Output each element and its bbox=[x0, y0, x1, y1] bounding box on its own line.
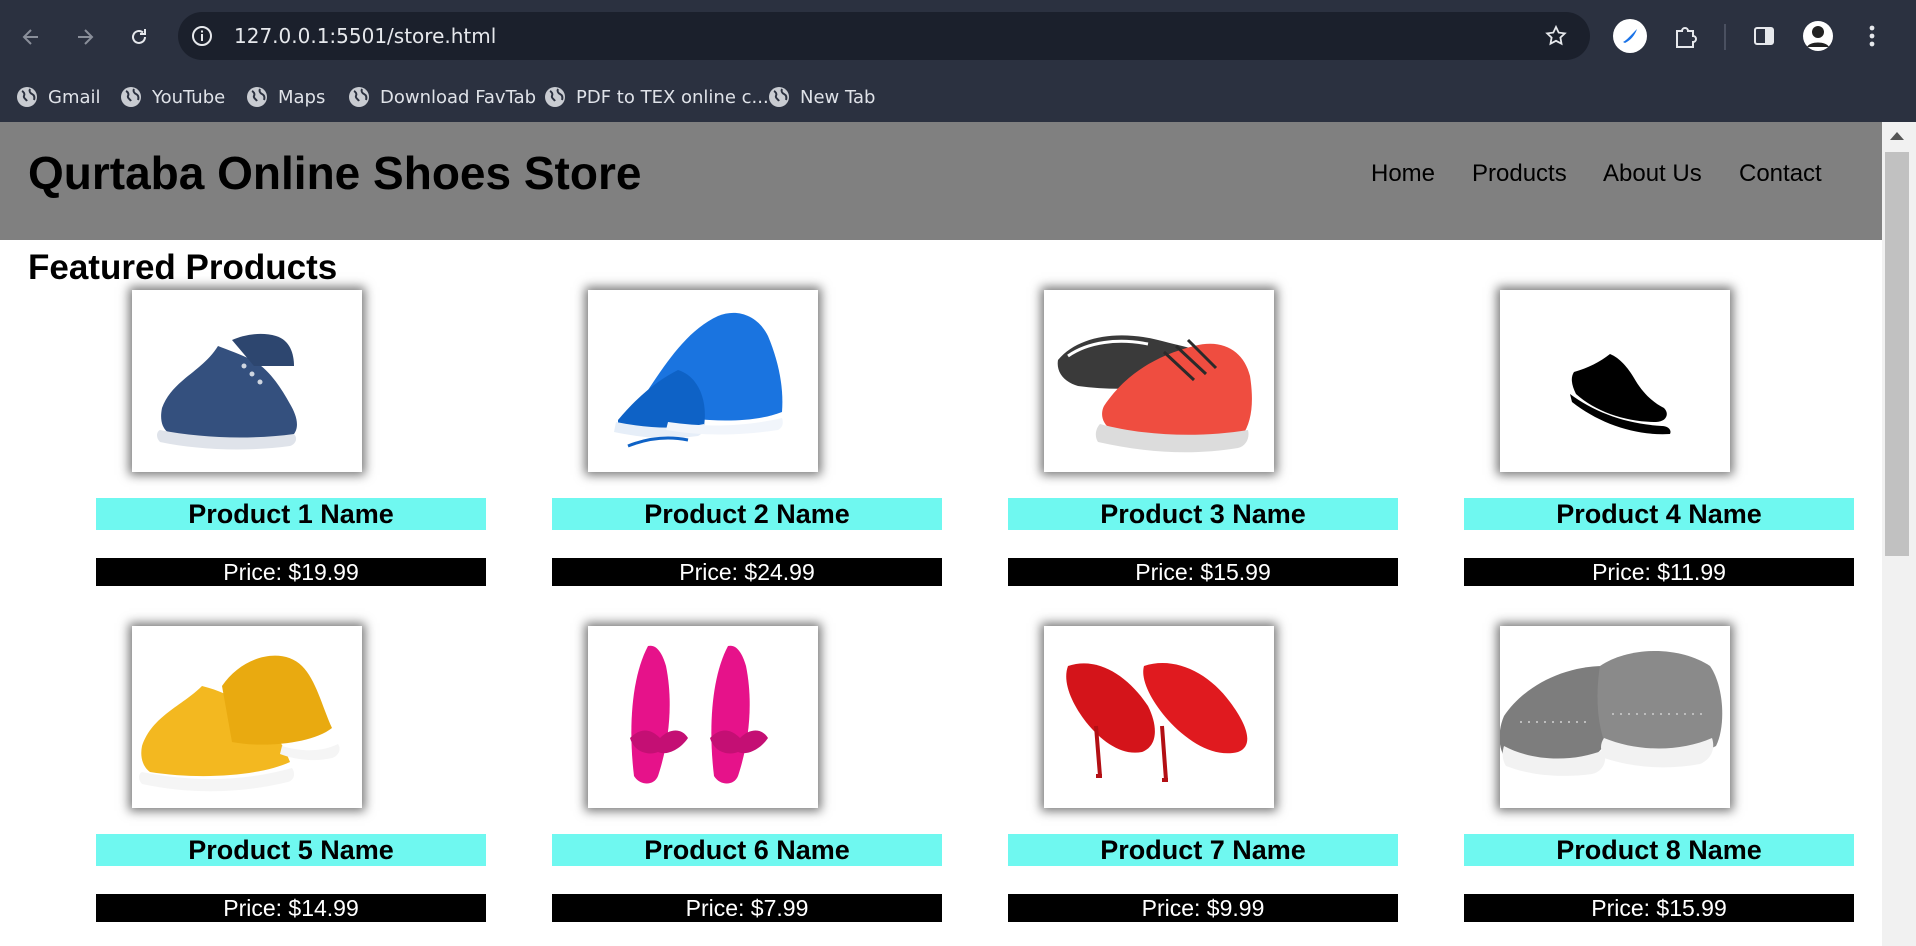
globe-icon bbox=[247, 87, 267, 107]
shoe-icon bbox=[1570, 354, 1671, 435]
product-name: Product 8 Name bbox=[1464, 834, 1854, 866]
extension-button[interactable] bbox=[1612, 18, 1648, 54]
avatar bbox=[1803, 21, 1833, 51]
arrow-right-icon bbox=[78, 29, 94, 45]
bookmarks-bar: Gmail YouTube Maps Download FavTab PDF t… bbox=[0, 73, 1916, 122]
product-card[interactable]: Product 2 Name Price: $24.99 bbox=[552, 290, 942, 620]
side-panel-icon bbox=[1754, 27, 1774, 45]
product-name: Product 7 Name bbox=[1008, 834, 1398, 866]
product-name: Product 5 Name bbox=[96, 834, 486, 866]
product-price: Price: $15.99 bbox=[1008, 558, 1398, 586]
nav-about-link[interactable]: About Us bbox=[1603, 160, 1702, 188]
site-header: Qurtaba Online Shoes Store Home Products… bbox=[0, 122, 1882, 240]
forward-button[interactable] bbox=[68, 20, 102, 54]
product-name: Product 6 Name bbox=[552, 834, 942, 866]
nav-products-link[interactable]: Products bbox=[1472, 160, 1567, 188]
bookmark-star-icon[interactable] bbox=[1544, 24, 1568, 48]
site-title: Qurtaba Online Shoes Store bbox=[28, 147, 642, 199]
extension-logo-icon bbox=[1613, 19, 1647, 53]
bookmark-new-tab[interactable]: New Tab bbox=[768, 81, 875, 113]
shoe-icon bbox=[157, 333, 297, 450]
reload-button[interactable] bbox=[122, 20, 156, 54]
bookmark-maps[interactable]: Maps bbox=[246, 81, 325, 113]
section-title: Featured Products bbox=[28, 248, 338, 287]
globe-icon bbox=[349, 87, 369, 107]
product-image[interactable] bbox=[1044, 626, 1274, 808]
bookmark-label: Gmail bbox=[48, 86, 101, 108]
globe-icon bbox=[545, 87, 565, 107]
reload-icon bbox=[132, 29, 146, 44]
product-price: Price: $11.99 bbox=[1464, 558, 1854, 586]
page-viewport: Qurtaba Online Shoes Store Home Products… bbox=[0, 122, 1882, 946]
browser-chrome: 127.0.0.1:5501/store.html Gmail YouTube bbox=[0, 0, 1916, 122]
product-card[interactable]: Product 3 Name Price: $15.99 bbox=[1008, 290, 1398, 620]
product-card[interactable]: Product 7 Name Price: $9.99 bbox=[1008, 626, 1398, 946]
product-price: Price: $15.99 bbox=[1464, 894, 1854, 922]
bookmark-label: New Tab bbox=[800, 86, 876, 108]
bookmark-label: YouTube bbox=[152, 86, 226, 108]
bookmark-pdf-to-tex[interactable]: PDF to TEX online c... bbox=[544, 81, 769, 113]
shoe-icon bbox=[1057, 335, 1252, 453]
product-image[interactable] bbox=[1044, 290, 1274, 472]
product-card[interactable]: Product 1 Name Price: $19.99 bbox=[96, 290, 486, 620]
shoe-icon bbox=[139, 655, 340, 792]
browser-toolbar: 127.0.0.1:5501/store.html bbox=[0, 0, 1916, 73]
product-card[interactable]: Product 6 Name Price: $7.99 bbox=[552, 626, 942, 946]
globe-icon bbox=[769, 87, 789, 107]
globe-icon bbox=[17, 87, 37, 107]
product-card[interactable]: Product 8 Name Price: $15.99 bbox=[1464, 626, 1854, 946]
bookmark-download-favtab[interactable]: Download FavTab bbox=[348, 81, 536, 113]
product-price: Price: $14.99 bbox=[96, 894, 486, 922]
nav-home-link[interactable]: Home bbox=[1371, 160, 1435, 188]
product-name: Product 3 Name bbox=[1008, 498, 1398, 530]
shoe-icon bbox=[614, 312, 783, 448]
bookmark-youtube[interactable]: YouTube bbox=[120, 81, 225, 113]
bookmark-label: Download FavTab bbox=[380, 86, 537, 108]
product-image[interactable] bbox=[1500, 290, 1730, 472]
page-scrollbar[interactable] bbox=[1882, 122, 1916, 946]
extensions-button[interactable] bbox=[1668, 18, 1704, 54]
arrow-left-icon bbox=[22, 29, 38, 45]
product-name: Product 1 Name bbox=[96, 498, 486, 530]
shoe-icon bbox=[1500, 651, 1723, 776]
scrollbar-thumb[interactable] bbox=[1885, 152, 1909, 556]
globe-icon bbox=[121, 87, 141, 107]
product-price: Price: $19.99 bbox=[96, 558, 486, 586]
product-name: Product 4 Name bbox=[1464, 498, 1854, 530]
product-card[interactable]: Product 5 Name Price: $14.99 bbox=[96, 626, 486, 946]
product-card[interactable]: Product 4 Name Price: $11.99 bbox=[1464, 290, 1854, 620]
bookmark-label: Maps bbox=[278, 86, 326, 108]
product-price: Price: $7.99 bbox=[552, 894, 942, 922]
toolbar-divider bbox=[1724, 24, 1726, 50]
puzzle-icon bbox=[1676, 27, 1697, 48]
side-panel-button[interactable] bbox=[1746, 18, 1782, 54]
product-image[interactable] bbox=[588, 626, 818, 808]
scroll-up-arrow[interactable] bbox=[1890, 132, 1904, 140]
product-image[interactable] bbox=[132, 290, 362, 472]
shoe-icon bbox=[1066, 663, 1248, 782]
bookmark-label: PDF to TEX online c... bbox=[576, 86, 769, 108]
product-price: Price: $24.99 bbox=[552, 558, 942, 586]
profile-button[interactable] bbox=[1800, 18, 1836, 54]
product-image[interactable] bbox=[1500, 626, 1730, 808]
product-image[interactable] bbox=[132, 626, 362, 808]
product-price: Price: $9.99 bbox=[1008, 894, 1398, 922]
product-image[interactable] bbox=[588, 290, 818, 472]
back-button[interactable] bbox=[14, 20, 48, 54]
site-info-icon[interactable] bbox=[190, 24, 214, 48]
address-bar[interactable]: 127.0.0.1:5501/store.html bbox=[178, 12, 1590, 60]
browser-menu-button[interactable] bbox=[1854, 18, 1890, 54]
product-name: Product 2 Name bbox=[552, 498, 942, 530]
nav-contact-link[interactable]: Contact bbox=[1739, 160, 1822, 188]
shoe-icon bbox=[630, 645, 768, 784]
bookmark-gmail[interactable]: Gmail bbox=[16, 81, 101, 113]
url-text[interactable]: 127.0.0.1:5501/store.html bbox=[234, 24, 496, 48]
more-vertical-icon bbox=[1869, 25, 1875, 47]
